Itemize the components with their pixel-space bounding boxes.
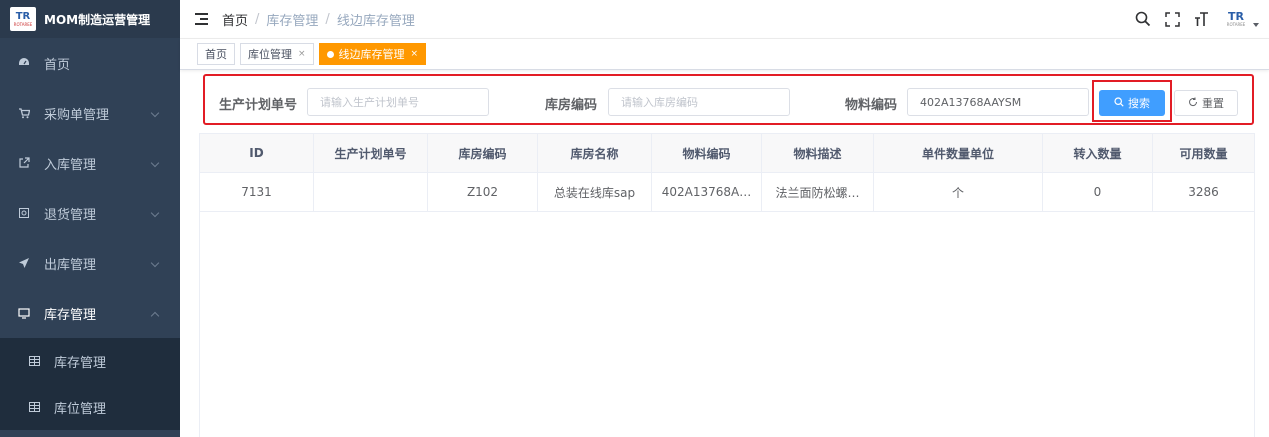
tab-label: 库位管理 [248,48,292,61]
sidebar-item-label: 入库管理 [44,157,97,173]
chevron-up-icon [150,311,160,321]
sidebar-item-inventory[interactable]: 库存管理 [0,288,180,338]
table-cell: 7131 [200,173,314,211]
dashboard-icon [18,57,30,69]
column-header[interactable]: 库房编码 [428,134,538,172]
tab-label: 首页 [205,48,227,61]
sidebar-subitem-inventory[interactable]: 库存管理 [0,338,180,384]
table-cell: 402A13768A… [652,173,762,211]
chevron-down-icon [150,158,160,168]
sidebar-item-label: 退货管理 [44,207,97,223]
column-header[interactable]: 转入数量 [1043,134,1153,172]
table-cell: 3286 [1188,185,1219,199]
cart-icon [18,107,30,119]
logo: TR ROTAREE [10,7,36,31]
sidebar-subitem-label: 库存管理 [54,355,107,371]
column-header[interactable]: 物料描述 [762,134,874,172]
table-cell: 0 [1043,173,1153,211]
plan-number-input[interactable]: 请输入生产计划单号 [307,88,489,116]
avatar[interactable]: TR ROTAREE [1222,9,1250,29]
reset-button-label: 重置 [1202,97,1224,110]
grid-icon [28,401,40,413]
active-dot-icon [326,50,334,58]
breadcrumb-separator: / [325,11,330,27]
column-header[interactable]: 生产计划单号 [314,134,428,172]
column-header[interactable]: 库房名称 [538,134,652,172]
avatar-subtext: ROTAREE [1226,22,1246,27]
chevron-down-icon [150,258,160,268]
top-navbar: 首页 / 库存管理 / 线边库存管理 TR ROTAREE [180,0,1269,39]
sidebar-item-returns[interactable]: 退货管理 [0,188,180,238]
sidebar-item-label: 库存管理 [44,307,97,323]
material-code-label: 物料编码 [845,98,898,113]
tab-line-side-inventory[interactable]: 线边库存管理 × [318,43,427,65]
hamburger-icon[interactable] [195,13,208,25]
column-header[interactable]: 可用数量 [1153,134,1254,172]
app-title: MOM制造运营管理 [44,12,151,27]
search-button-label: 搜索 [1128,97,1150,110]
column-header[interactable]: 单件数量单位 [874,134,1043,172]
sidebar-item-label: 出库管理 [44,257,97,273]
monitor-icon [18,307,30,319]
chevron-down-icon [150,208,160,218]
search-button[interactable]: 搜索 [1099,90,1165,116]
breadcrumb-current: 线边库存管理 [336,13,415,29]
external-link-icon [18,157,30,169]
sidebar-subitem-label: 库位管理 [54,401,107,417]
close-icon[interactable]: × [298,49,306,59]
header-actions: TR ROTAREE [1121,0,1259,38]
warehouse-code-input[interactable]: 请输入库房编码 [608,88,790,116]
sidebar-item-label: 首页 [44,57,71,73]
warehouse-code-label: 库房编码 [545,98,598,113]
chevron-down-icon [150,108,160,118]
table-cell: 总装在线库sap [538,173,652,211]
inventory-table: ID 生产计划单号 库房编码 库房名称 物料编码 物料描述 单件数量单位 转入数… [199,133,1255,437]
sidebar-item-inbound[interactable]: 入库管理 [0,138,180,188]
sidebar-subitem-locations[interactable]: 库位管理 [0,384,180,430]
sidebar-item-outbound[interactable]: 出库管理 [0,238,180,288]
column-header[interactable]: ID [200,134,314,172]
search-icon [1114,96,1124,110]
logo-subtext: ROTAREE [13,21,33,27]
tab-home[interactable]: 首页 [197,43,235,65]
send-icon [18,257,30,269]
caret-down-icon[interactable] [1253,23,1259,27]
column-header[interactable]: 物料编码 [652,134,762,172]
sidebar-item-home[interactable]: 首页 [0,38,180,88]
sidebar-item-purchase-orders[interactable]: 采购单管理 [0,88,180,138]
tab-label: 线边库存管理 [338,48,405,61]
avatar-text: TR [1228,10,1244,23]
breadcrumb-inventory: 库存管理 [266,13,319,29]
sidebar: TR ROTAREE MOM制造运营管理 首页 采购单管理 入库管理 退货管理 [0,0,180,437]
logo-text: TR [15,10,31,22]
fullscreen-icon[interactable] [1165,11,1180,27]
table-header-row: ID 生产计划单号 库房编码 库房名称 物料编码 物料描述 单件数量单位 转入数… [200,134,1254,173]
table-cell: 个 [874,173,1043,211]
logo-row: TR ROTAREE MOM制造运营管理 [0,0,180,38]
grid-icon [28,355,40,367]
tags-view: 首页 库位管理 × 线边库存管理 × [180,39,1269,70]
breadcrumb: 首页 / 库存管理 / 线边库存管理 [222,10,415,29]
sidebar-item-label: 采购单管理 [44,107,110,123]
font-size-icon[interactable] [1194,11,1210,27]
material-code-input[interactable]: 402A13768AAYSM [907,88,1089,116]
close-icon[interactable]: × [411,49,419,59]
search-icon[interactable] [1135,11,1151,27]
breadcrumb-home[interactable]: 首页 [222,10,248,29]
table-cell: 法兰面防松螺… [762,173,874,211]
table-cell [314,173,428,211]
table-row[interactable]: 7131 Z102 总装在线库sap 402A13768A… 法兰面防松螺… 个… [200,173,1254,212]
return-icon [18,207,30,219]
table-cell: Z102 [428,173,538,211]
tab-locations[interactable]: 库位管理 × [240,43,314,65]
reset-button[interactable]: 重置 [1174,90,1238,116]
refresh-icon [1188,97,1198,110]
breadcrumb-separator: / [255,11,260,27]
plan-number-label: 生产计划单号 [219,98,298,113]
